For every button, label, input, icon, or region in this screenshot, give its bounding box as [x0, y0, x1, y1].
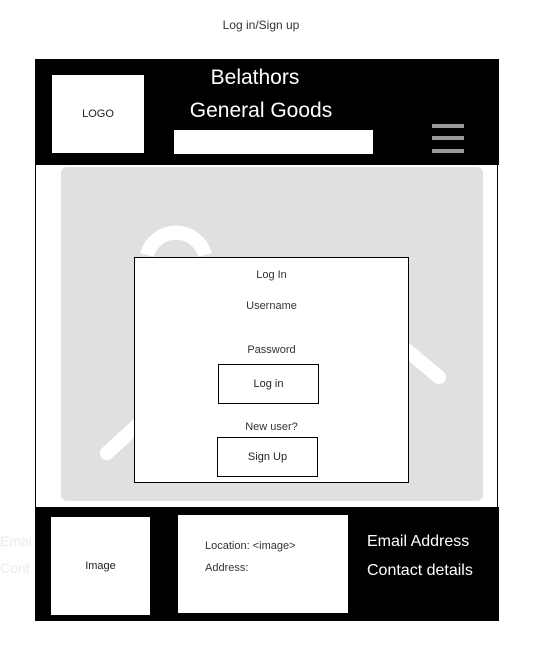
- contact-details[interactable]: Contact details: [367, 562, 473, 580]
- location-box: Location: <image> Address:: [178, 515, 348, 613]
- username-label: Username: [246, 300, 297, 312]
- address-text: Address:: [205, 562, 249, 574]
- login-heading: Log In: [256, 269, 287, 281]
- brand-name-line2: General Goods: [189, 99, 333, 122]
- new-user-text: New user?: [245, 421, 298, 433]
- signup-button[interactable]: Sign Up: [217, 437, 318, 477]
- login-button[interactable]: Log in: [218, 364, 319, 404]
- logo[interactable]: LOGO: [52, 75, 144, 153]
- email-address[interactable]: Email Address: [367, 533, 469, 551]
- hamburger-icon[interactable]: [432, 122, 464, 154]
- ghost-contact-text: Cont: [0, 560, 30, 576]
- search-input[interactable]: [174, 130, 373, 154]
- location-text: Location: <image>: [205, 540, 296, 552]
- ghost-email-text: Emai: [0, 533, 32, 549]
- page-title: Log in/Sign up: [222, 18, 300, 32]
- footer-image-label: Image: [85, 560, 116, 572]
- login-panel: Log In Username Password Log in New user…: [134, 257, 409, 483]
- password-label: Password: [247, 344, 296, 356]
- footer-image: Image: [51, 517, 150, 615]
- logo-label: LOGO: [82, 108, 114, 120]
- brand-name-line1: Belathors: [210, 66, 300, 89]
